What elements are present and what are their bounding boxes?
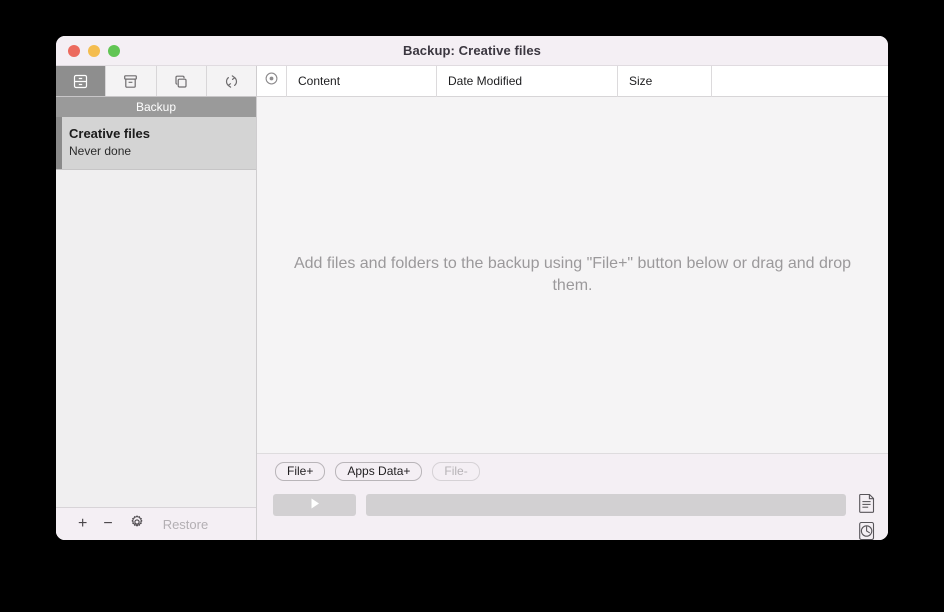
sidebar-item-creative-files[interactable]: Creative files Never done bbox=[56, 117, 256, 170]
remove-task-button[interactable]: − bbox=[103, 516, 112, 532]
tab-archive[interactable] bbox=[106, 66, 157, 96]
drawer-cabinet-icon bbox=[72, 73, 89, 90]
file-list-empty-state: Add files and folders to the backup usin… bbox=[257, 97, 888, 454]
add-task-button[interactable]: + bbox=[78, 516, 87, 532]
action-button-bar: File+ Apps Data+ File- bbox=[257, 454, 888, 488]
tab-backup[interactable] bbox=[56, 66, 107, 96]
tab-sync[interactable] bbox=[206, 66, 256, 96]
column-header-date-modified[interactable]: Date Modified bbox=[437, 65, 618, 97]
selection-accent-bar bbox=[56, 117, 62, 169]
content-pane: Content Date Modified Size Add files and… bbox=[257, 65, 888, 540]
column-header-content[interactable]: Content bbox=[287, 65, 437, 97]
gear-icon[interactable] bbox=[129, 514, 145, 535]
clone-squares-icon bbox=[173, 73, 190, 90]
archive-box-icon bbox=[122, 73, 139, 90]
column-header-selector[interactable] bbox=[257, 65, 287, 97]
run-bar-side-icons bbox=[858, 493, 876, 540]
window-controls bbox=[68, 44, 120, 57]
remove-file-button[interactable]: File- bbox=[432, 461, 480, 481]
sidebar-footer: + − Restore bbox=[56, 507, 256, 540]
restore-button[interactable]: Restore bbox=[163, 517, 209, 532]
add-file-button[interactable]: File+ bbox=[275, 461, 326, 481]
column-header-spacer bbox=[712, 66, 888, 97]
sidebar-list: Creative files Never done bbox=[56, 117, 256, 507]
run-bar bbox=[257, 488, 888, 540]
sidebar: Backup Creative files Never done + − Res… bbox=[56, 66, 257, 540]
clock-history-icon[interactable] bbox=[858, 521, 876, 540]
minimize-button[interactable] bbox=[88, 44, 100, 57]
target-circle-icon bbox=[265, 66, 278, 97]
column-header-size[interactable]: Size bbox=[618, 65, 712, 97]
sidebar-item-title: Creative files bbox=[69, 126, 150, 141]
zoom-button[interactable] bbox=[108, 44, 120, 57]
sync-arrows-icon bbox=[223, 73, 240, 90]
add-apps-data-button[interactable]: Apps Data+ bbox=[335, 461, 423, 481]
document-log-icon[interactable] bbox=[858, 493, 876, 513]
sidebar-group-header: Backup bbox=[56, 97, 256, 117]
close-button[interactable] bbox=[68, 44, 80, 57]
sidebar-tabbar bbox=[56, 66, 256, 97]
titlebar: Backup: Creative files bbox=[56, 36, 888, 66]
empty-state-message: Add files and folders to the backup usin… bbox=[293, 255, 852, 294]
window-title: Backup: Creative files bbox=[402, 43, 542, 58]
start-backup-button[interactable] bbox=[273, 494, 356, 516]
app-window: Backup: Creative files Backup Creative f… bbox=[56, 36, 888, 540]
play-triangle-icon bbox=[309, 497, 321, 513]
status-progress-field bbox=[366, 494, 846, 516]
window-body: Backup Creative files Never done + − Res… bbox=[56, 65, 888, 540]
table-header: Content Date Modified Size bbox=[257, 65, 888, 97]
sidebar-item-status: Never done bbox=[69, 144, 132, 158]
tab-clone[interactable] bbox=[156, 66, 207, 96]
